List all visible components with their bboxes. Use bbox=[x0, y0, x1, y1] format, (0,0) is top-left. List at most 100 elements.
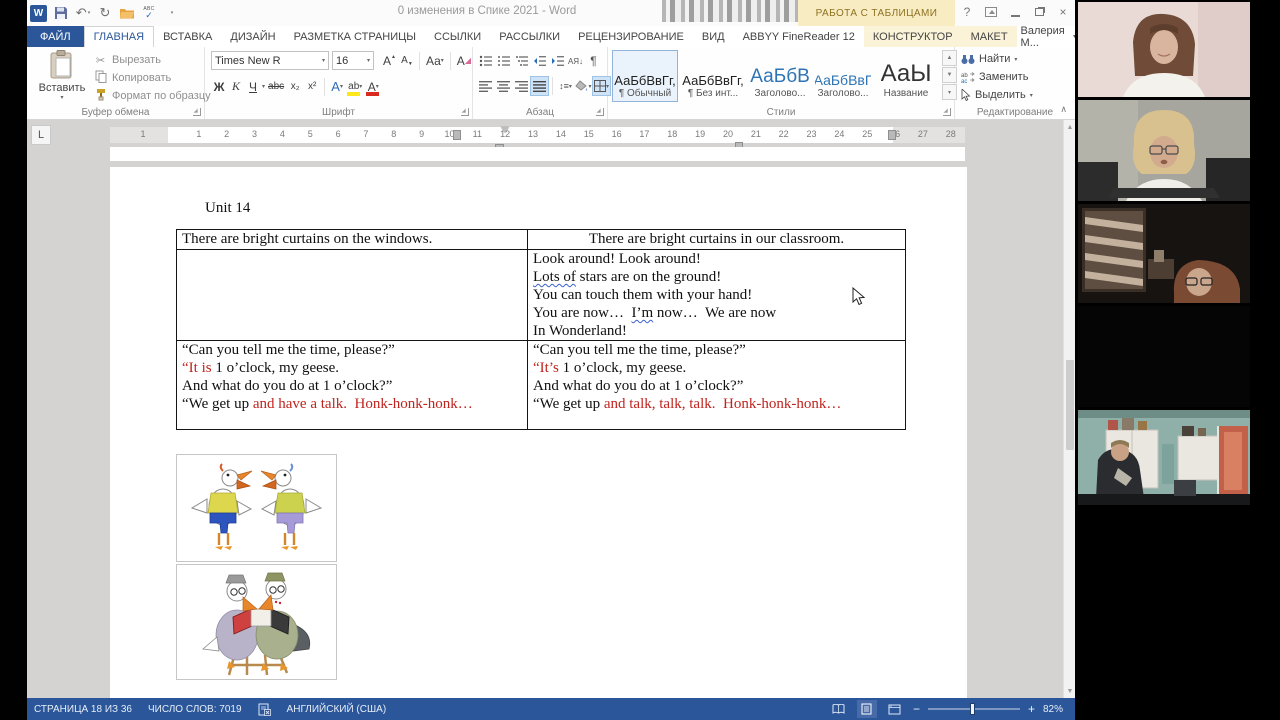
zoom-slider-thumb[interactable] bbox=[969, 703, 975, 715]
tab-references[interactable]: ССЫЛКИ bbox=[425, 26, 490, 47]
open-folder-icon[interactable] bbox=[119, 4, 135, 22]
tab-stop-selector[interactable]: L bbox=[31, 125, 51, 145]
restore-button[interactable] bbox=[1029, 2, 1049, 22]
participant-video-5[interactable] bbox=[1078, 410, 1250, 505]
style-heading-1[interactable]: АаБбВ Заголово... bbox=[748, 50, 812, 102]
italic-button[interactable]: К bbox=[228, 77, 244, 96]
ribbon-display-options-button[interactable] bbox=[981, 2, 1001, 22]
copy-button[interactable]: Копировать bbox=[93, 69, 211, 87]
font-color-button[interactable]: А ▾ bbox=[365, 77, 381, 96]
print-layout-icon[interactable] bbox=[856, 700, 877, 718]
tab-home[interactable]: ГЛАВНАЯ bbox=[83, 26, 155, 47]
align-center-button[interactable] bbox=[495, 77, 512, 95]
proofing-status-icon[interactable] bbox=[258, 703, 271, 716]
qat-customize-icon[interactable]: ▾ bbox=[164, 4, 180, 22]
text-effects-button[interactable]: А ▾ bbox=[329, 77, 345, 96]
bold-button[interactable]: Ж bbox=[211, 77, 227, 96]
tab-table-layout[interactable]: МАКЕТ bbox=[961, 26, 1017, 47]
style-normal[interactable]: АаБбВвГг, ¶ Обычный bbox=[612, 50, 678, 102]
participant-video-3[interactable] bbox=[1078, 204, 1250, 303]
style-no-spacing[interactable]: АаБбВвГг, ¶ Без инт... bbox=[680, 50, 746, 102]
zoom-out-button[interactable]: − bbox=[913, 702, 920, 716]
word-count[interactable]: ЧИСЛО СЛОВ: 7019 bbox=[148, 704, 242, 715]
format-painter-button[interactable]: Формат по образцу bbox=[93, 87, 211, 105]
decrease-indent-button[interactable] bbox=[531, 52, 548, 70]
spelling-check-icon[interactable]: ABC ✓ bbox=[141, 4, 157, 22]
table-cell[interactable]: “Can you tell me the time, please?” “It i… bbox=[177, 341, 528, 429]
line-spacing-button[interactable]: ↕≡ ▾ bbox=[557, 77, 574, 95]
language-indicator[interactable]: АНГЛИЙСКИЙ (США) bbox=[287, 704, 387, 715]
paste-button[interactable]: Вставить ▾ bbox=[35, 50, 89, 106]
table-cell[interactable]: “Can you tell me the time, please?” “It’s… bbox=[528, 341, 905, 429]
bullets-button[interactable] bbox=[477, 52, 494, 70]
web-layout-icon[interactable] bbox=[885, 700, 905, 718]
underline-button[interactable]: Ч bbox=[245, 77, 261, 96]
grow-font-button[interactable]: А ▲ bbox=[381, 51, 398, 70]
style-heading-2[interactable]: АаБбВвГ Заголово... bbox=[814, 50, 872, 102]
multilevel-list-button[interactable] bbox=[513, 52, 530, 70]
shading-button[interactable]: ▾ bbox=[575, 77, 592, 95]
participant-video-4[interactable] bbox=[1078, 306, 1250, 407]
page[interactable]: Unit 14 There are bright curtains on the… bbox=[110, 167, 967, 698]
shrink-font-button[interactable]: А ▼ bbox=[399, 51, 415, 70]
align-left-button[interactable] bbox=[477, 77, 494, 95]
table-cell[interactable]: There are bright curtains in our classro… bbox=[528, 230, 905, 249]
increase-indent-button[interactable] bbox=[549, 52, 566, 70]
table-column-marker[interactable] bbox=[888, 130, 896, 140]
underline-caret-icon[interactable]: ▾ bbox=[262, 83, 265, 90]
cut-button[interactable]: ✂ Вырезать bbox=[93, 51, 211, 69]
tab-table-design[interactable]: КОНСТРУКТОР bbox=[863, 26, 962, 47]
help-button[interactable]: ? bbox=[957, 2, 977, 22]
tab-review[interactable]: РЕЦЕНЗИРОВАНИЕ bbox=[569, 26, 693, 47]
table-column-marker[interactable] bbox=[453, 130, 461, 140]
select-button[interactable]: Выделить ▾ bbox=[961, 89, 1033, 101]
sort-button[interactable]: АЯ↓ bbox=[567, 52, 584, 70]
tab-page-layout[interactable]: РАЗМЕТКА СТРАНИЦЫ bbox=[285, 26, 425, 47]
save-icon[interactable] bbox=[53, 4, 69, 22]
styles-dialog-launcher[interactable] bbox=[943, 108, 951, 116]
read-mode-icon[interactable] bbox=[829, 700, 849, 718]
table-cell[interactable]: Look around! Look around! Lots of stars a… bbox=[528, 250, 905, 340]
paragraph-dialog-launcher[interactable] bbox=[596, 108, 604, 116]
find-button[interactable]: Найти ▾ bbox=[961, 53, 1017, 65]
strikethrough-button[interactable]: abc bbox=[266, 77, 286, 96]
redo-icon[interactable]: ↻ bbox=[97, 4, 113, 22]
table-cell[interactable] bbox=[177, 250, 528, 340]
figure-two-geese-talking[interactable] bbox=[176, 454, 337, 562]
tab-view[interactable]: ВИД bbox=[693, 26, 734, 47]
font-size-combo[interactable]: 16 ▾ bbox=[332, 51, 374, 70]
tab-design[interactable]: ДИЗАЙН bbox=[221, 26, 284, 47]
highlight-button[interactable]: ab ▾ bbox=[346, 77, 364, 96]
show-marks-button[interactable]: ¶ bbox=[585, 52, 602, 70]
zoom-slider[interactable] bbox=[927, 703, 1020, 715]
subscript-button[interactable]: x₂ bbox=[287, 77, 303, 96]
figure-two-geese-reading[interactable] bbox=[176, 564, 337, 680]
tab-mailings[interactable]: РАССЫЛКИ bbox=[490, 26, 569, 47]
align-right-button[interactable] bbox=[513, 77, 530, 95]
change-case-button[interactable]: Аа ▾ bbox=[424, 51, 446, 70]
table-cell[interactable]: There are bright curtains on the windows… bbox=[177, 230, 528, 249]
undo-icon[interactable]: ↶ ▾ bbox=[75, 4, 91, 22]
tab-abbyy[interactable]: ABBYY FineReader 12 bbox=[734, 26, 864, 47]
clipboard-dialog-launcher[interactable] bbox=[193, 108, 201, 116]
clear-formatting-button[interactable]: А ◢ bbox=[455, 51, 473, 70]
first-line-indent-marker[interactable] bbox=[501, 127, 509, 133]
close-button[interactable]: × bbox=[1053, 2, 1073, 22]
participant-video-2[interactable] bbox=[1078, 100, 1250, 201]
horizontal-ruler[interactable]: 1 1 2 3 4 5 6 7 8 9 10 11 12 13 14 15 16 17 18 19 20 21 22 23 2… bbox=[110, 127, 965, 143]
replace-button[interactable]: ab ac Заменить bbox=[961, 71, 1028, 83]
word-logo-icon[interactable]: W bbox=[30, 4, 47, 22]
superscript-button[interactable]: x² bbox=[304, 77, 320, 96]
numbering-button[interactable] bbox=[495, 52, 512, 70]
zoom-level[interactable]: 82% bbox=[1043, 704, 1063, 715]
justify-button[interactable] bbox=[530, 76, 549, 96]
zoom-in-button[interactable]: + bbox=[1028, 702, 1035, 716]
scrollbar-thumb[interactable] bbox=[1066, 360, 1074, 450]
tab-file[interactable]: ФАЙЛ bbox=[27, 26, 84, 47]
tab-insert[interactable]: ВСТАВКА bbox=[154, 26, 221, 47]
style-title[interactable]: АаЫ Название bbox=[874, 50, 938, 102]
font-dialog-launcher[interactable] bbox=[461, 108, 469, 116]
page-indicator[interactable]: СТРАНИЦА 18 ИЗ 36 bbox=[34, 704, 132, 715]
collapse-ribbon-button[interactable]: ∧ bbox=[1060, 104, 1067, 115]
participant-video-1[interactable] bbox=[1078, 2, 1250, 97]
